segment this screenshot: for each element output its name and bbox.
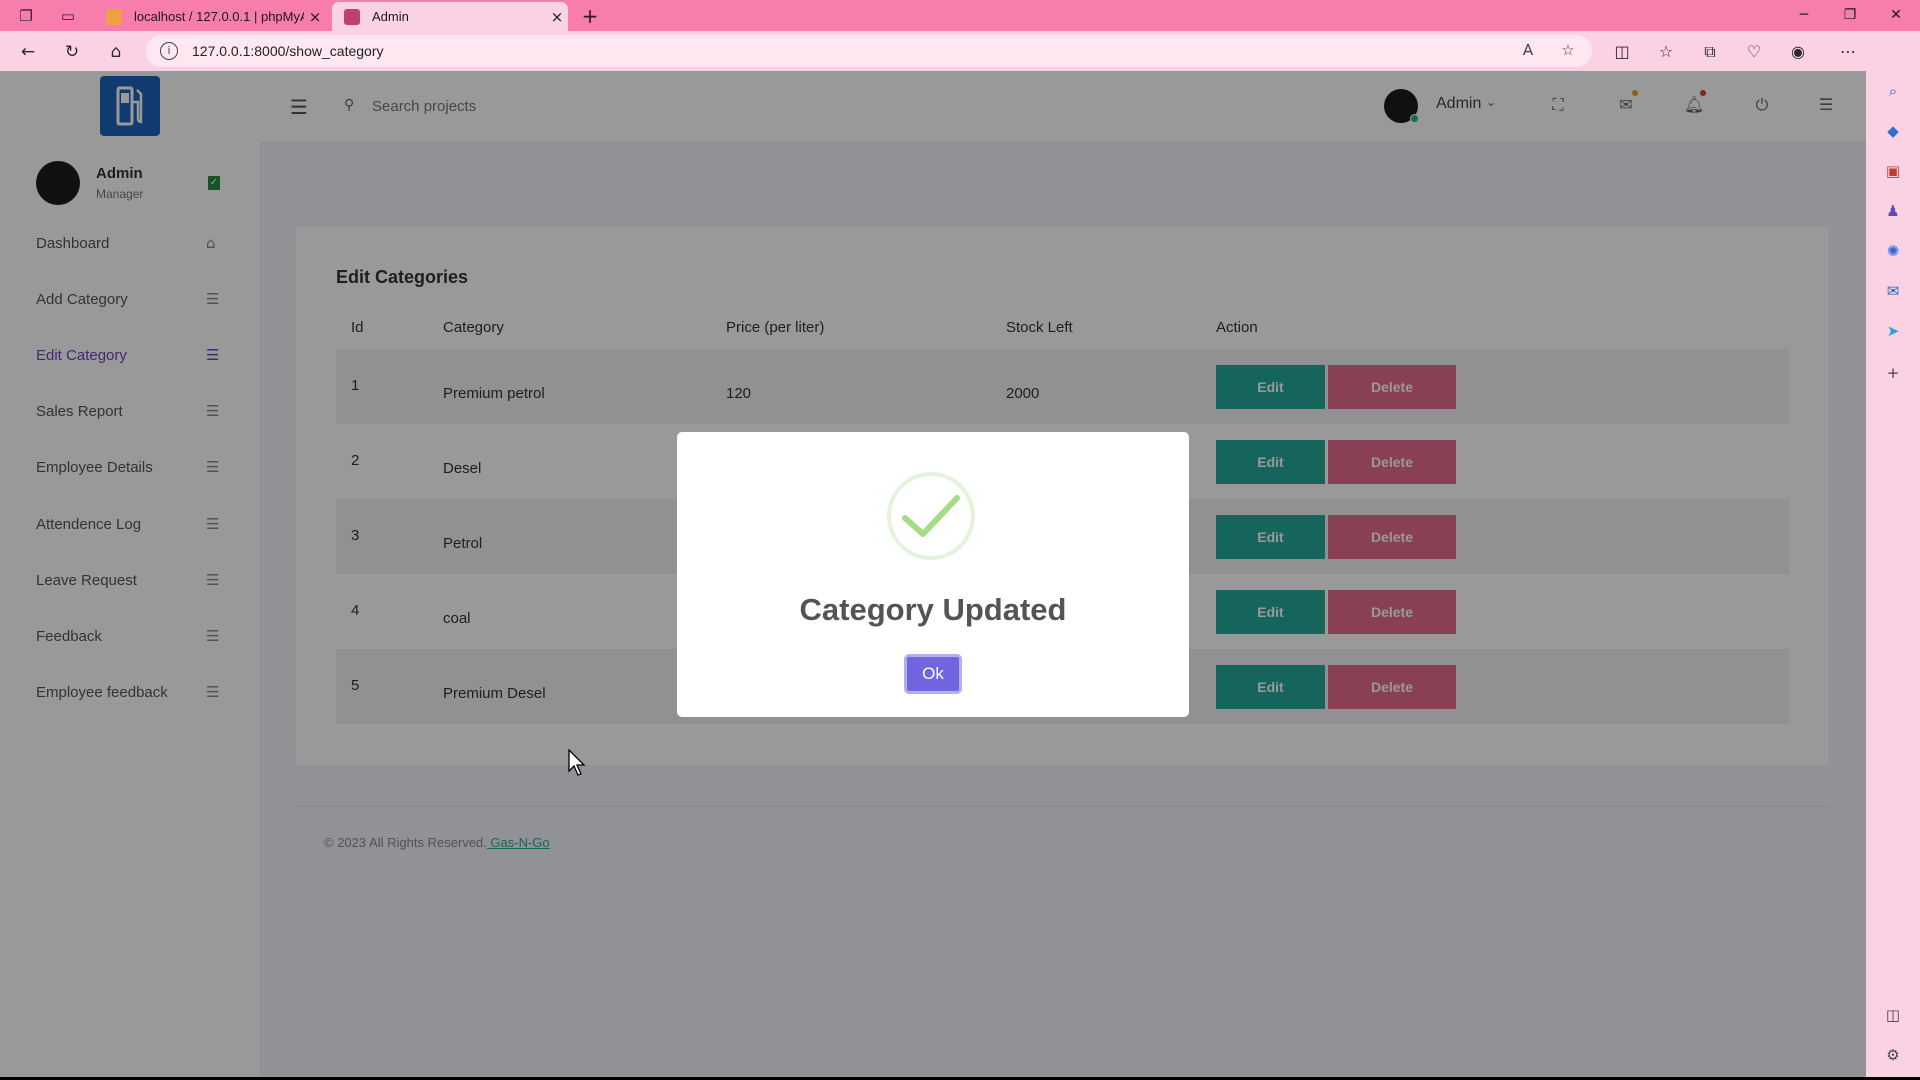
tab-phpmyadmin[interactable]: localhost / 127.0.0.1 | phpMyAdmin × [94, 2, 326, 31]
edge-sidebar: ⌕ ◆ ▣ ♟ ✺ ✉ ➤ + ◫ ⚙ [1866, 71, 1920, 1077]
modal-backdrop[interactable]: Category Updated Ok [0, 71, 1866, 1077]
extensions-icon[interactable]: ♡ [1742, 40, 1766, 64]
close-tab-icon[interactable]: × [304, 8, 326, 26]
tab-label: Admin [372, 9, 409, 24]
tab-label: localhost / 127.0.0.1 | phpMyAdmin [134, 9, 304, 24]
read-aloud-icon[interactable]: A [1518, 41, 1538, 61]
browser-toolbar: ← ↻ ⌂ i 127.0.0.1:8000/show_category A ☆… [0, 31, 1920, 71]
workspaces-icon[interactable]: ❐ [16, 6, 36, 26]
ok-button[interactable]: Ok [904, 654, 962, 694]
telegram-icon[interactable]: ➤ [1883, 321, 1903, 341]
reload-button[interactable]: ↻ [60, 40, 84, 64]
admin-app: ☰ ⚲ Admin ⌄ ⛶ ✉ 🔔︎ ⏻ ☰ Admin Manager ✓ D… [0, 71, 1866, 1077]
browser-titlebar: ❐ ▭ localhost / 127.0.0.1 | phpMyAdmin ×… [0, 0, 1920, 31]
shopping-icon[interactable]: ◆ [1883, 121, 1903, 141]
phpmyadmin-favicon-icon [106, 8, 122, 25]
outlook-icon[interactable]: ✉ [1883, 281, 1903, 301]
home-button[interactable]: ⌂ [104, 40, 128, 64]
url-text[interactable]: 127.0.0.1:8000/show_category [192, 43, 383, 59]
close-tab-icon[interactable]: × [546, 8, 568, 26]
favorites-icon[interactable]: ☆ [1654, 40, 1678, 64]
site-info-icon[interactable]: i [160, 42, 178, 60]
close-window-button[interactable]: ✕ [1873, 0, 1919, 31]
games-icon[interactable]: ♟ [1883, 201, 1903, 221]
checkmark-icon [902, 495, 960, 537]
sidebar-toggle-icon[interactable]: ◫ [1883, 1005, 1903, 1025]
add-icon[interactable]: + [1883, 363, 1903, 383]
success-dialog: Category Updated Ok [677, 432, 1189, 717]
search-icon[interactable]: ⌕ [1883, 81, 1903, 101]
new-tab-button[interactable]: + [578, 4, 602, 28]
profile-icon[interactable]: ◉ [1786, 40, 1810, 64]
admin-favicon-icon [344, 8, 360, 25]
more-menu-icon[interactable]: ⋯ [1836, 40, 1860, 64]
back-button[interactable]: ← [16, 40, 40, 64]
favorite-star-icon[interactable]: ☆ [1558, 41, 1578, 61]
restore-button[interactable]: ❐ [1827, 0, 1873, 31]
settings-gear-icon[interactable]: ⚙ [1883, 1045, 1903, 1065]
tab-actions-icon[interactable]: ▭ [58, 6, 78, 26]
mouse-cursor-icon [568, 749, 586, 776]
split-screen-icon[interactable]: ◫ [1610, 40, 1634, 64]
collections-icon[interactable]: ⧉ [1698, 40, 1722, 64]
address-bar[interactable]: i 127.0.0.1:8000/show_category A ☆ [146, 35, 1592, 67]
dialog-title: Category Updated [799, 592, 1067, 627]
tools-icon[interactable]: ▣ [1883, 161, 1903, 181]
copilot-icon[interactable]: ✺ [1883, 241, 1903, 261]
tab-admin[interactable]: Admin × [332, 2, 568, 31]
minimize-button[interactable]: ─ [1781, 0, 1827, 31]
